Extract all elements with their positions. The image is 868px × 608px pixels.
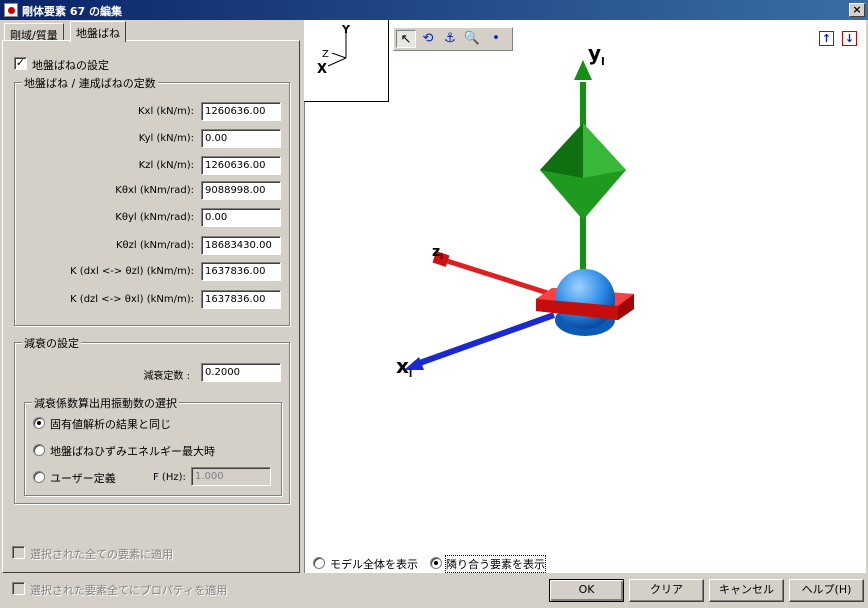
spring-constant-label: Kzl (kN/m): <box>138 160 194 171</box>
model-scene: yl zl xl <box>396 41 634 380</box>
freq-option-user-label: ユーザー定義 <box>50 472 116 485</box>
pan-icon[interactable]: ⚓ <box>440 30 460 48</box>
spring-constant-field[interactable]: 0.00 <box>201 129 281 148</box>
rigid-node <box>536 269 634 336</box>
damping-group-title: 減衰の設定 <box>22 335 81 351</box>
spring-constant-field[interactable]: 0.00 <box>201 208 281 227</box>
spring-enable-checkbox[interactable]: ✓ <box>14 57 27 70</box>
spring-constant-field[interactable]: 1637836.00 <box>201 262 281 281</box>
spring-constant-label: Kxl (kN/m): <box>138 106 194 117</box>
triad-z-label: Z <box>322 49 329 60</box>
freq-option-eigen-label: 固有値解析の結果と同じ <box>50 418 171 431</box>
freq-option-strain-label: 地盤ばねひずみエネルギー最大時 <box>50 445 215 458</box>
zoom-icon[interactable]: 🔍 <box>462 30 482 48</box>
pointer-icon[interactable]: ↖ <box>396 30 416 48</box>
apply-props-checkbox[interactable] <box>12 582 25 595</box>
spring-constant-field[interactable]: 9088998.00 <box>201 181 281 200</box>
cancel-button[interactable]: キャンセル <box>709 579 784 602</box>
spring-constant-label: Kyl (kN/m): <box>138 133 194 144</box>
frequency-group-title: 減衰係数算出用振動数の選択 <box>32 395 179 411</box>
view-adjacent-radio[interactable] <box>430 557 442 569</box>
freq-label: F (Hz): <box>153 472 186 483</box>
tab-ground-spring[interactable]: 地盤ばね <box>70 21 126 42</box>
spring-constant-field[interactable]: 18683430.00 <box>201 236 281 255</box>
apply-selected-label: 選択された全ての要素に適用 <box>30 548 173 561</box>
view-all-radio[interactable] <box>313 557 325 569</box>
ok-button[interactable]: OK <box>549 579 624 602</box>
damping-constant-field[interactable]: 0.2000 <box>201 363 281 382</box>
damping-constant-label: 減衰定数 : <box>143 371 190 382</box>
axis-triad-box: Y Z X <box>304 20 389 102</box>
viewport-toolbar: ↖ ⟲ ⚓ 🔍 • <box>393 27 513 51</box>
freq-option-user-radio[interactable] <box>33 471 45 483</box>
y-axis-label: yl <box>588 41 605 68</box>
clear-button[interactable]: クリア <box>629 579 704 602</box>
spring-constant-label: Kθyl (kNm/rad): <box>115 212 194 223</box>
spring-constant-label: Kθzl (kNm/rad): <box>115 240 194 251</box>
view-all-label: モデル全体を表示 <box>330 556 418 572</box>
app-icon <box>4 3 18 17</box>
spring-constant-label: K (dzl <-> θxl) (kNm/m): <box>70 294 194 305</box>
z-axis: zl <box>432 244 555 298</box>
triad-x-label: X <box>317 62 327 77</box>
triad-y-label: Y <box>341 23 351 36</box>
spring-enable-label: 地盤ばねの設定 <box>32 59 109 72</box>
freq-field[interactable]: 1.000 <box>191 467 271 486</box>
window-title: 剛体要素 67 の編集 <box>22 5 122 18</box>
help-button[interactable]: ヘルプ(H) <box>789 579 864 602</box>
apply-props-label: 選択された要素全てにプロパティを適用 <box>30 584 228 597</box>
spring-constant-field[interactable]: 1260636.00 <box>201 156 281 175</box>
export-up-icon[interactable]: ↑ <box>819 31 834 46</box>
title-bar: 剛体要素 67 の編集 × <box>0 0 868 20</box>
z-axis-label: zl <box>432 244 443 261</box>
spring-constant-label: Kθxl (kNm/rad): <box>115 185 194 196</box>
spring-group-title: 地盤ばね / 連成ばねの定数 <box>22 75 158 91</box>
freq-option-eigen-radio[interactable] <box>33 417 45 429</box>
export-down-icon[interactable]: ↓ <box>842 31 857 46</box>
close-button[interactable]: × <box>849 3 865 17</box>
apply-selected-checkbox[interactable] <box>12 546 25 559</box>
view-adjacent-label: 隣り合う要素を表示 <box>445 555 546 573</box>
spring-constant-label: K (dxl <-> θzl) (kNm/m): <box>70 266 194 277</box>
y-axis: yl <box>540 41 626 292</box>
dot-icon[interactable]: • <box>486 30 506 48</box>
spring-constant-field[interactable]: 1260636.00 <box>201 102 281 121</box>
freq-option-strain-radio[interactable] <box>33 444 45 456</box>
x-axis: xl <box>396 312 556 380</box>
spring-constant-field[interactable]: 1637836.00 <box>201 290 281 309</box>
rotate-icon[interactable]: ⟲ <box>418 30 438 48</box>
